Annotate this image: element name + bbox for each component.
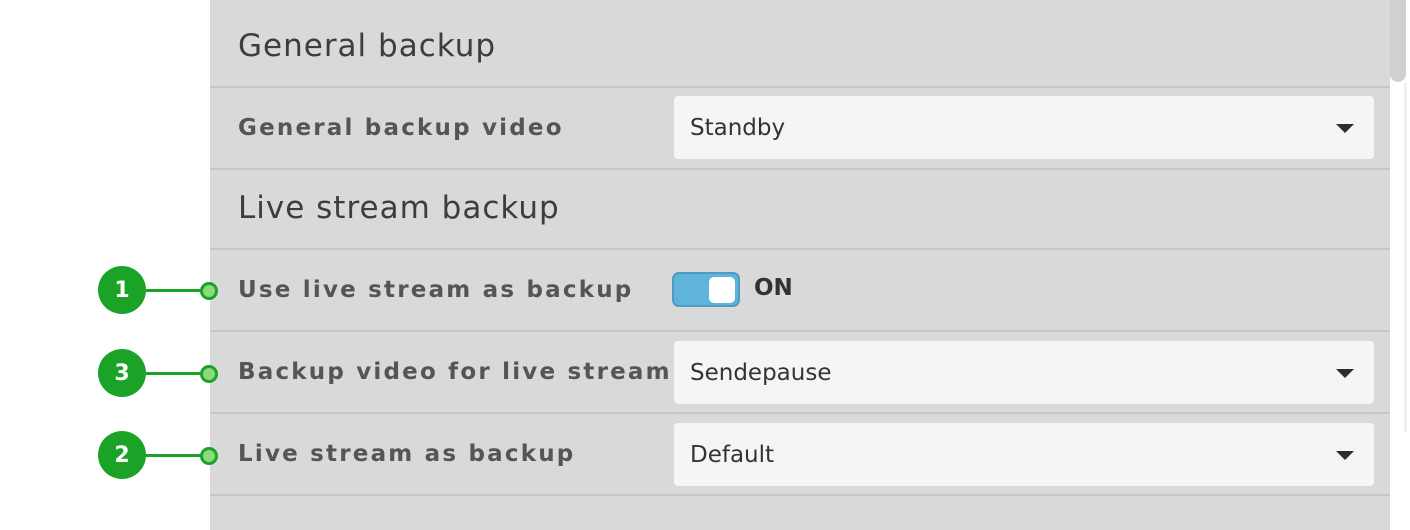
general-backup-video-select[interactable]: Standby (674, 96, 1374, 159)
use-live-stream-label: Use live stream as backup (238, 277, 634, 303)
callout-badge: 3 (98, 349, 146, 397)
caret-down-icon (1336, 124, 1354, 133)
callout-marker: 1 (0, 266, 222, 316)
callout-dot (200, 447, 218, 465)
callout-line (146, 372, 202, 375)
callout-line (146, 289, 202, 292)
callout-marker: 3 (0, 349, 222, 399)
general-backup-video-label: General backup video (238, 115, 564, 141)
callout-dot (200, 282, 218, 300)
callout-badge: 2 (98, 431, 146, 479)
backup-video-live-select[interactable]: Sendepause (674, 341, 1374, 404)
divider (210, 330, 1390, 332)
caret-down-icon (1336, 369, 1354, 378)
callout-badge: 1 (98, 266, 146, 314)
live-as-backup-select[interactable]: Default (674, 423, 1374, 486)
scrollbar-thumb[interactable] (1390, 0, 1406, 82)
divider (210, 412, 1390, 414)
live-as-backup-label: Live stream as backup (238, 441, 576, 467)
divider (210, 494, 1390, 496)
toggle-knob (709, 277, 735, 303)
divider (210, 168, 1390, 170)
callout-marker: 2 (0, 431, 222, 481)
toggle-state-text: ON (754, 275, 793, 301)
backup-video-live-value: Sendepause (690, 359, 832, 386)
general-backup-video-value: Standby (690, 114, 786, 141)
divider (210, 248, 1390, 250)
live-as-backup-value: Default (690, 441, 775, 468)
backup-video-live-label: Backup video for live stream (238, 359, 672, 385)
scrollbar-edge (1404, 82, 1407, 432)
divider (210, 86, 1390, 88)
caret-down-icon (1336, 451, 1354, 460)
use-live-stream-toggle[interactable] (672, 272, 740, 307)
live-stream-backup-heading: Live stream backup (238, 190, 560, 226)
settings-panel: General backup General backup video Stan… (210, 0, 1390, 530)
callout-line (146, 454, 202, 457)
general-backup-heading: General backup (238, 28, 497, 64)
callout-dot (200, 365, 218, 383)
